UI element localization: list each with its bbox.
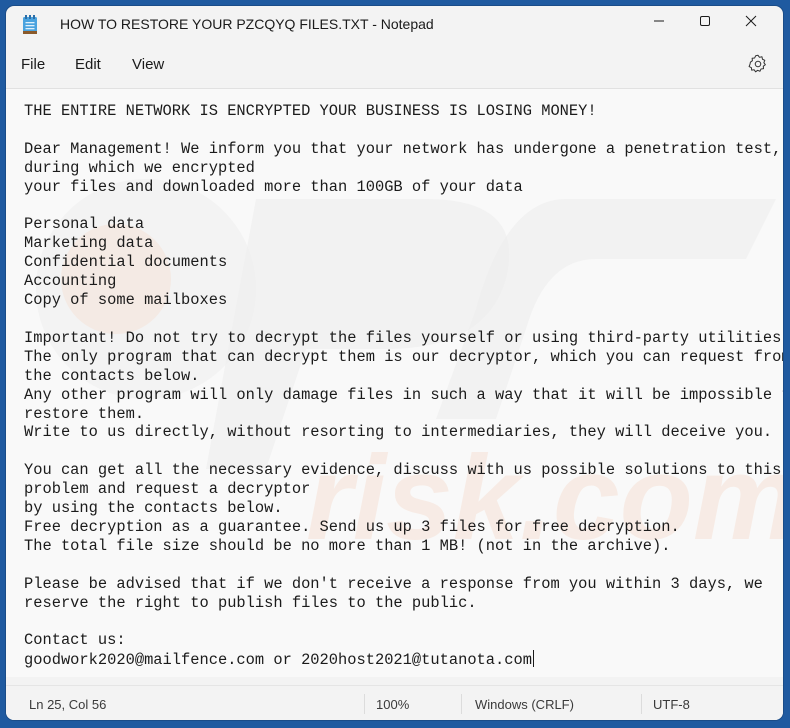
doc-line: The total file size should be no more th… xyxy=(24,536,671,555)
doc-line: goodwork2020@mailfence.com or 2020host20… xyxy=(24,651,532,670)
doc-line: reserve the right to publish files to th… xyxy=(24,593,477,612)
menu-file[interactable]: File xyxy=(21,56,45,73)
maximize-icon xyxy=(699,14,711,32)
settings-button[interactable] xyxy=(747,53,769,75)
doc-line: your files and downloaded more than 100G… xyxy=(24,177,523,196)
doc-line: THE ENTIRE NETWORK IS ENCRYPTED YOUR BUS… xyxy=(24,102,597,120)
menu-edit[interactable]: Edit xyxy=(75,56,101,73)
zoom-level[interactable]: 100% xyxy=(376,697,409,712)
text-editor[interactable]: risk.com THE ENTIRE NETWORK IS ENCRYPTED… xyxy=(6,89,783,677)
cursor-position: Ln 25, Col 56 xyxy=(29,697,107,712)
doc-line: the contacts below. xyxy=(24,366,200,385)
doc-line: Personal data xyxy=(24,215,145,234)
doc-line: problem and request a decryptor xyxy=(24,480,311,499)
maximize-button[interactable] xyxy=(682,6,728,40)
doc-line: during which we encrypted xyxy=(24,158,255,177)
doc-line: Please be advised that if we don't recei… xyxy=(24,574,763,593)
line-ending[interactable]: Windows (CRLF) xyxy=(475,697,574,712)
doc-line: Confidential documents xyxy=(24,253,228,272)
doc-line: The only program that can decrypt them i… xyxy=(24,347,783,366)
doc-line: Free decryption as a guarantee. Send us … xyxy=(24,517,680,536)
window-title: HOW TO RESTORE YOUR PZCQYQ FILES.TXT - N… xyxy=(60,16,434,32)
status-separator xyxy=(364,694,365,714)
doc-line: Marketing data xyxy=(24,234,154,253)
minimize-button[interactable] xyxy=(636,6,682,40)
status-separator xyxy=(461,694,462,714)
doc-line: Copy of some mailboxes xyxy=(24,291,228,310)
doc-line: Important! Do not try to decrypt the fil… xyxy=(24,328,783,347)
doc-line: Any other program will only damage files… xyxy=(24,385,783,404)
doc-line: Write to us directly, without resorting … xyxy=(24,423,773,442)
minimize-icon xyxy=(653,14,665,32)
notepad-icon xyxy=(20,14,40,36)
status-separator xyxy=(641,694,642,714)
doc-line: by using the contacts below. xyxy=(24,499,283,518)
doc-line: You can get all the necessary evidence, … xyxy=(24,461,782,480)
gear-icon xyxy=(747,54,769,79)
doc-line: Dear Management! We inform you that your… xyxy=(24,139,782,158)
document-content[interactable]: THE ENTIRE NETWORK IS ENCRYPTED YOUR BUS… xyxy=(24,102,783,670)
notepad-window: HOW TO RESTORE YOUR PZCQYQ FILES.TXT - N… xyxy=(6,6,783,720)
close-button[interactable] xyxy=(728,6,774,40)
menu-view[interactable]: View xyxy=(132,56,164,73)
close-icon xyxy=(745,14,757,32)
text-caret xyxy=(532,650,534,668)
title-bar[interactable]: HOW TO RESTORE YOUR PZCQYQ FILES.TXT - N… xyxy=(6,6,783,42)
doc-line: Contact us: xyxy=(24,631,126,650)
doc-line: Accounting xyxy=(24,272,117,291)
encoding[interactable]: UTF-8 xyxy=(653,697,690,712)
status-bar: Ln 25, Col 56 100% Windows (CRLF) UTF-8 xyxy=(6,686,783,720)
doc-line: restore them. xyxy=(24,404,145,423)
menu-bar: File Edit View xyxy=(6,48,783,82)
